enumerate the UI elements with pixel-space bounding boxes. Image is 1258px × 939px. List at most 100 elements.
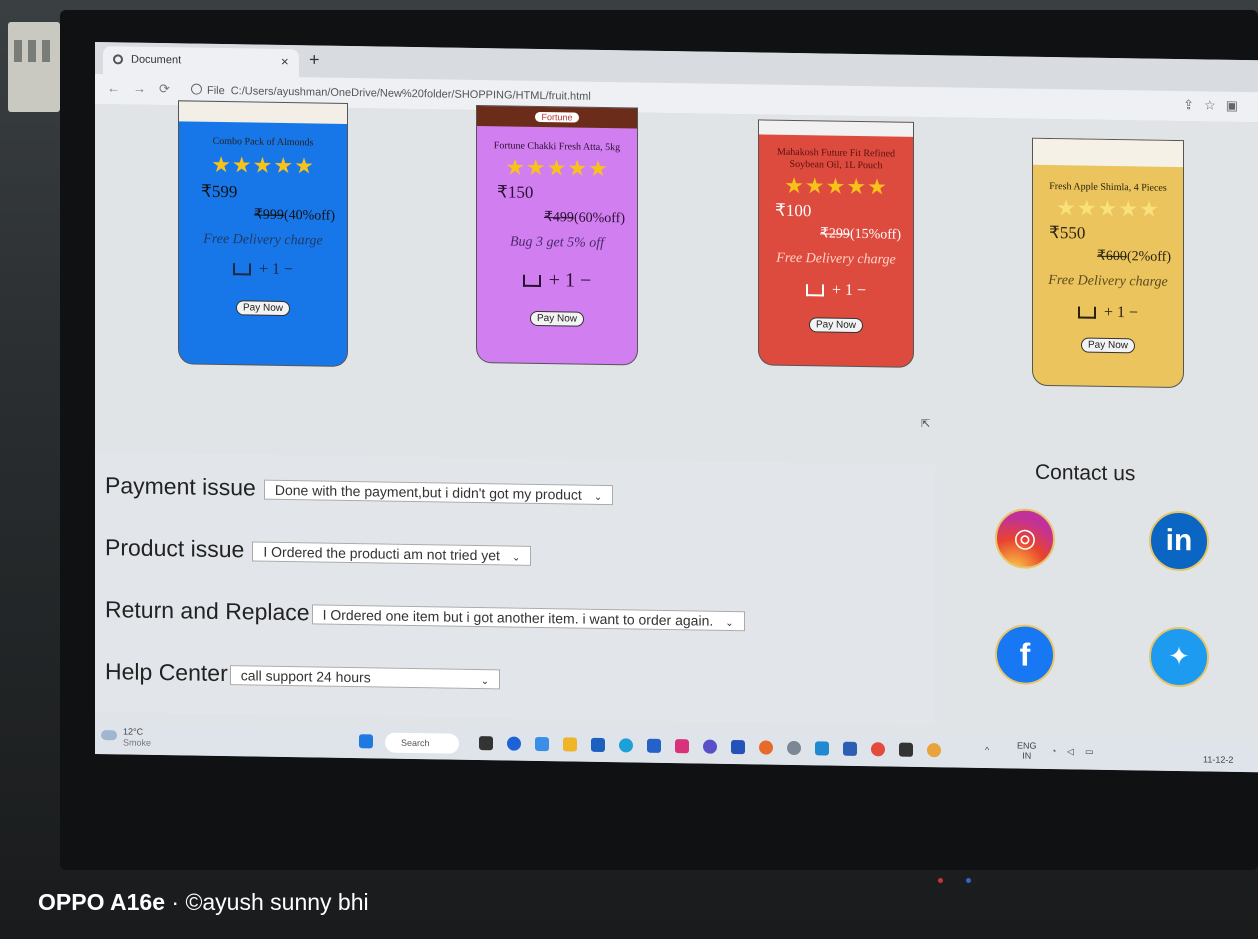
watermark-device: OPPO A16e — [38, 889, 165, 915]
quantity-stepper[interactable]: + 1 − — [1104, 304, 1138, 322]
quantity-stepper[interactable]: + 1 − — [549, 269, 592, 292]
back-arrow-icon[interactable]: ← — [107, 80, 120, 95]
product-card: Mahakosh Future Fit Refined Soybean Oil,… — [759, 120, 913, 367]
widgets-icon[interactable] — [535, 736, 549, 752]
terminal-icon[interactable] — [899, 742, 913, 757]
cart-icon[interactable] — [805, 284, 824, 297]
discount: (2%off) — [1126, 249, 1171, 265]
taskbar-search[interactable]: Search — [385, 732, 459, 754]
product-card: Combo Pack of Almonds ★★★★★ ₹599 ₹999(40… — [179, 101, 347, 366]
speaker-icon[interactable]: ◁ — [1067, 746, 1074, 757]
task-view-icon[interactable] — [479, 736, 493, 751]
product-card: Fortune Fortune Chakki Fresh Atta, 5kg ★… — [477, 106, 637, 365]
discount: (15%off) — [849, 226, 901, 243]
quantity-stepper[interactable]: + 1 − — [832, 282, 866, 300]
twitter-icon[interactable]: ✦ — [1149, 626, 1209, 688]
star-icon[interactable]: ☆ — [1204, 97, 1226, 112]
file-explorer-icon[interactable] — [563, 737, 577, 752]
product-mrp: ₹499(60%off) — [544, 209, 625, 227]
cart-icon[interactable] — [232, 263, 251, 276]
original-price: ₹499 — [544, 210, 574, 226]
pay-now-button[interactable]: Pay Now — [529, 310, 585, 327]
search-label: Search — [401, 737, 430, 749]
facebook-icon[interactable]: f — [995, 624, 1055, 686]
pay-now-button[interactable]: Pay Now — [808, 317, 864, 334]
new-tab-button[interactable]: + — [309, 49, 320, 70]
browser-tab[interactable]: Document × — [103, 46, 299, 78]
chat-icon[interactable] — [507, 736, 521, 751]
discount: (60%off) — [573, 210, 625, 227]
return-replace-select[interactable]: I Ordered one item but i got another ite… — [311, 604, 745, 632]
clock-date[interactable]: 11-12-2 — [1203, 754, 1233, 764]
product-mrp: ₹299(15%off) — [820, 225, 901, 243]
pay-now-button[interactable]: Pay Now — [235, 300, 291, 317]
tray-chevron-icon[interactable]: ^ — [985, 745, 989, 755]
reload-icon[interactable]: ⟳ — [159, 81, 170, 97]
forward-arrow-icon[interactable]: → — [133, 81, 146, 96]
product-issue-value: I Ordered the producti am not tried yet — [263, 543, 500, 564]
product-image — [179, 101, 347, 124]
app-icon[interactable] — [731, 739, 745, 755]
sidebar-icon[interactable]: ▣ — [1226, 98, 1248, 113]
support-form: Payment issue Done with the payment,but i… — [95, 452, 935, 726]
watermark-separator: · — [164, 889, 186, 915]
battery-icon[interactable]: ▭ — [1085, 747, 1094, 758]
pay-now-button[interactable]: Pay Now — [1080, 337, 1136, 354]
quantity-control[interactable]: + 1 − — [179, 259, 347, 280]
product-mrp: ₹999(40%off) — [254, 206, 335, 224]
product-name: Mahakosh Future Fit Refined Soybean Oil,… — [776, 146, 896, 172]
return-replace-label: Return and Replace — [105, 596, 310, 626]
quantity-control[interactable]: + 1 − — [1033, 303, 1183, 323]
edge-icon[interactable] — [619, 738, 633, 753]
wall-switch — [8, 22, 60, 112]
quantity-stepper[interactable]: + 1 − — [259, 261, 293, 279]
chrome-icon[interactable] — [871, 742, 885, 757]
rating-stars: ★★★★★ — [784, 172, 888, 200]
app-icon[interactable] — [703, 739, 717, 754]
product-price: ₹150 — [497, 182, 534, 202]
return-replace-value: I Ordered one item but i got another ite… — [322, 606, 714, 629]
settings-gear-icon[interactable] — [787, 740, 801, 756]
product-price: ₹550 — [1049, 222, 1086, 243]
share-icon[interactable]: ⇪ — [1183, 97, 1204, 112]
product-issue-row: Product issue I Ordered the producti am n… — [105, 534, 532, 568]
help-center-label: Help Center — [105, 658, 228, 687]
camera-watermark: OPPO A16e · ©ayush sunny bhi — [38, 889, 369, 916]
product-name: Fortune Chakki Fresh Atta, 5kg — [493, 140, 621, 154]
chrome-icon[interactable] — [927, 743, 941, 758]
product-name: Fresh Apple Shimla, 4 Pieces — [1049, 180, 1167, 194]
vscode-icon[interactable] — [815, 741, 829, 756]
product-banner: Fortune — [535, 111, 579, 123]
app-icon[interactable] — [647, 738, 661, 753]
product-price: ₹599 — [201, 181, 238, 202]
monitor-screen: Document × + ← → ⟳ File C:/Users/ayushman… — [95, 42, 1258, 773]
instagram-icon[interactable]: ◎ — [995, 508, 1055, 570]
cart-icon[interactable] — [522, 275, 541, 288]
payment-issue-row: Payment issue Done with the payment,but i… — [105, 472, 614, 507]
instagram-app-icon[interactable] — [675, 739, 689, 754]
rating-stars: ★★★★★ — [211, 151, 315, 179]
tab-close-button[interactable]: × — [281, 54, 289, 69]
app-icon[interactable] — [843, 741, 857, 756]
product-image: Fortune — [477, 106, 637, 129]
store-icon[interactable] — [591, 737, 605, 753]
windows-start-icon[interactable] — [359, 734, 373, 749]
wifi-icon[interactable]: ◔ — [1051, 746, 1056, 756]
help-center-select[interactable]: call support 24 hours ⌄ — [229, 665, 501, 690]
return-replace-row: Return and Replace I Ordered one item but… — [105, 596, 745, 633]
language-indicator[interactable]: ENG IN — [1017, 740, 1037, 760]
payment-issue-select[interactable]: Done with the payment,but i didn't got m… — [263, 479, 614, 506]
cart-icon[interactable] — [1077, 306, 1096, 320]
product-issue-label: Product issue — [105, 534, 245, 563]
address-bar[interactable]: File C:/Users/ayushman/OneDrive/New%20fol… — [191, 83, 591, 103]
quantity-control[interactable]: + 1 − — [477, 268, 637, 294]
firefox-icon[interactable] — [759, 740, 773, 755]
product-mrp: ₹600(2%off) — [1097, 248, 1171, 266]
product-image — [1033, 138, 1183, 168]
help-center-row: Help Center call support 24 hours ⌄ — [105, 658, 501, 691]
linkedin-icon[interactable]: in — [1149, 510, 1209, 572]
product-issue-select[interactable]: I Ordered the producti am not tried yet ⌄ — [252, 541, 532, 566]
quantity-control[interactable]: + 1 − — [759, 280, 913, 300]
product-card: Fresh Apple Shimla, 4 Pieces ★★★★★ ₹550 … — [1033, 138, 1183, 388]
watermark-author: ©ayush sunny bhi — [185, 889, 369, 915]
